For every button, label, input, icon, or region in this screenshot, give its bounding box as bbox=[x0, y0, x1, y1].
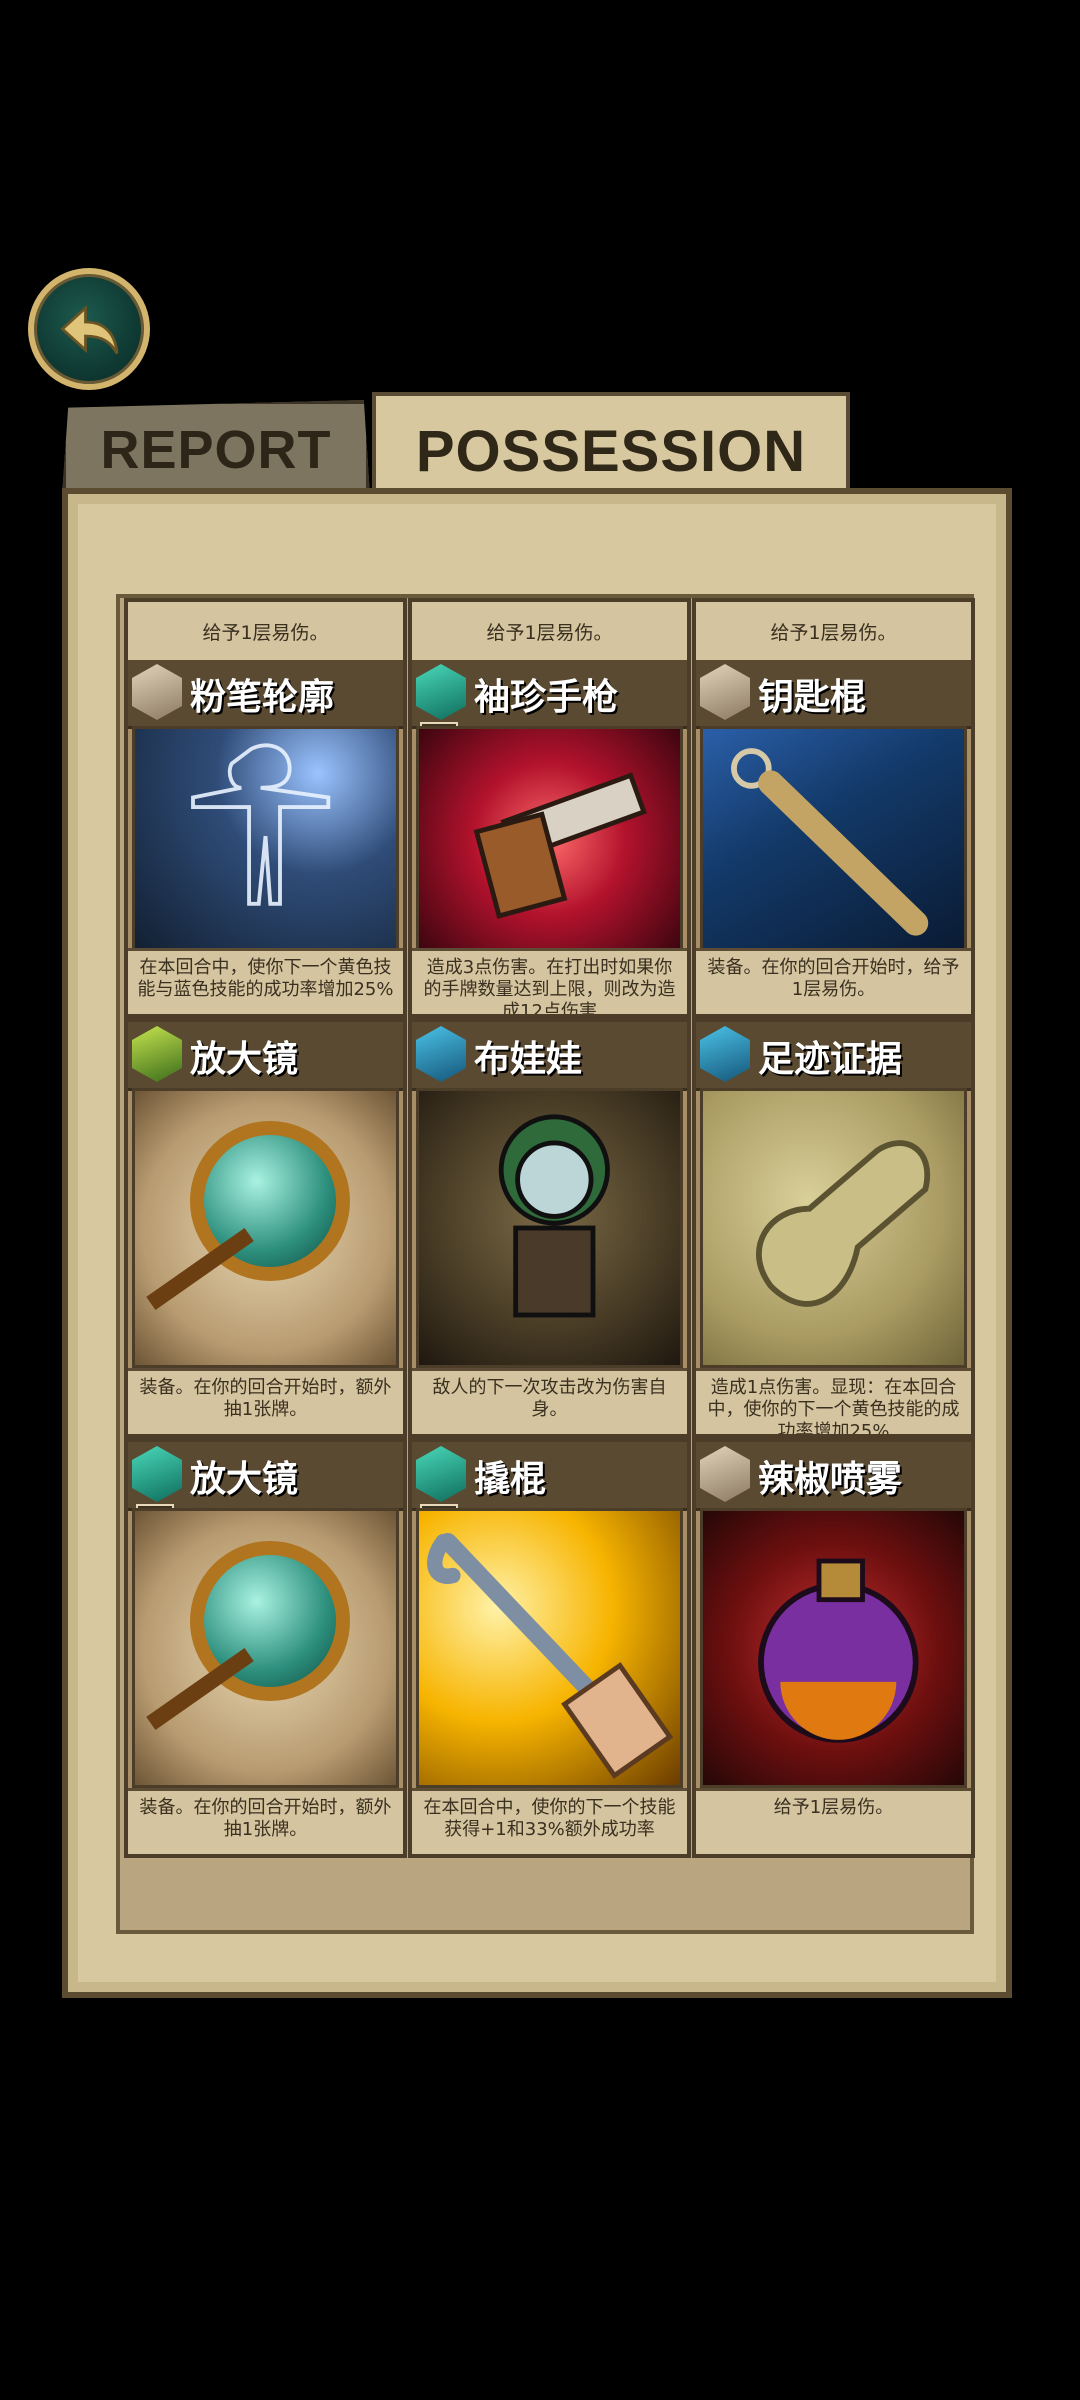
gem-icon bbox=[416, 664, 466, 720]
gem-icon bbox=[416, 1446, 466, 1502]
pocket-pistol-art bbox=[416, 726, 683, 952]
card-chalk-outline[interactable]: 给予1层易伤。 粉笔轮廓 在本回合中，使你下一个黄色技能与蓝色技能的成功率增加2… bbox=[124, 598, 407, 1018]
back-button[interactable] bbox=[28, 268, 150, 390]
magnifying-glass-art bbox=[132, 1508, 399, 1788]
card-name-bar: 放大镜 bbox=[128, 1022, 403, 1091]
card-name: 放大镜 bbox=[190, 1039, 299, 1080]
card-grid: 给予1层易伤。 粉笔轮廓 在本回合中，使你下一个黄色技能与蓝色技能的成功率增加2… bbox=[116, 594, 975, 1934]
gem-icon bbox=[700, 664, 750, 720]
card-pocket-pistol[interactable]: 给予1层易伤。 袖珍手枪 2 造成3点伤害。在打出时如果你的手牌数量达到上限，则… bbox=[408, 598, 691, 1018]
key-baton-art bbox=[700, 726, 967, 952]
card-name-bar: 放大镜 2 bbox=[128, 1442, 403, 1546]
card-bottom-description: 在本回合中，使你下一个黄色技能与蓝色技能的成功率增加25% bbox=[128, 948, 403, 1014]
card-pepper-spray[interactable]: 辣椒喷雾 给予1层易伤。 bbox=[692, 1438, 975, 1858]
card-top-description: 给予1层易伤。 bbox=[128, 602, 403, 663]
gem-icon bbox=[700, 1026, 750, 1082]
magnifying-glass-art bbox=[132, 1088, 399, 1368]
card-bottom-description: 敌人的下一次攻击改为伤害自身。 bbox=[412, 1368, 687, 1434]
card-top-description: 给予1层易伤。 bbox=[412, 602, 687, 663]
card-name: 袖珍手枪 bbox=[474, 677, 619, 718]
card-name: 撬棍 bbox=[474, 1459, 547, 1500]
possession-panel: 给予1层易伤。 粉笔轮廓 在本回合中，使你下一个黄色技能与蓝色技能的成功率增加2… bbox=[62, 488, 1012, 1998]
card-name: 辣椒喷雾 bbox=[758, 1459, 903, 1500]
card-key-baton[interactable]: 给予1层易伤。 钥匙棍 装备。在你的回合开始时，给予1层易伤。 bbox=[692, 598, 975, 1018]
card-name-bar: 辣椒喷雾 bbox=[696, 1442, 971, 1511]
gem-icon bbox=[132, 664, 182, 720]
card-bottom-description: 装备。在你的回合开始时，额外抽1张牌。 bbox=[128, 1788, 403, 1854]
card-top-description: 给予1层易伤。 bbox=[696, 602, 971, 663]
card-ragdoll[interactable]: 布娃娃 敌人的下一次攻击改为伤害自身。 bbox=[408, 1018, 691, 1438]
card-bottom-description: 装备。在你的回合开始时，给予1层易伤。 bbox=[696, 948, 971, 1014]
card-name: 粉笔轮廓 bbox=[190, 677, 335, 718]
gem-icon bbox=[416, 1026, 466, 1082]
card-bottom-description: 在本回合中，使你的下一个技能获得+1和33%额外成功率 bbox=[412, 1788, 687, 1854]
card-name-bar: 袖珍手枪 2 bbox=[412, 660, 687, 764]
card-name-bar: 布娃娃 bbox=[412, 1022, 687, 1091]
card-name: 放大镜 bbox=[190, 1459, 299, 1500]
card-magnifying-glass-2[interactable]: 放大镜 2 装备。在你的回合开始时，额外抽1张牌。 bbox=[124, 1438, 407, 1858]
card-footprint-evidence[interactable]: 足迹证据 造成1点伤害。显现：在本回合中，使你的下一个黄色技能的成功率增加25% bbox=[692, 1018, 975, 1438]
card-name-bar: 钥匙棍 bbox=[696, 660, 971, 729]
crowbar-art bbox=[416, 1508, 683, 1788]
chalk-outline-art bbox=[132, 726, 399, 952]
card-crowbar[interactable]: 撬棍 2 在本回合中，使你的下一个技能获得+1和33%额外成功率 bbox=[408, 1438, 691, 1858]
card-bottom-description: 给予1层易伤。 bbox=[696, 1788, 971, 1854]
card-bottom-description: 装备。在你的回合开始时，额外抽1张牌。 bbox=[128, 1368, 403, 1434]
card-name: 布娃娃 bbox=[474, 1039, 583, 1080]
footprint-art bbox=[700, 1088, 967, 1368]
card-bottom-description: 造成1点伤害。显现：在本回合中，使你的下一个黄色技能的成功率增加25% bbox=[696, 1368, 971, 1434]
card-name: 钥匙棍 bbox=[758, 677, 867, 718]
back-arrow-icon bbox=[60, 304, 119, 355]
gem-icon bbox=[132, 1026, 182, 1082]
ragdoll-art bbox=[416, 1088, 683, 1368]
gem-icon bbox=[700, 1446, 750, 1502]
card-name-bar: 撬棍 2 bbox=[412, 1442, 687, 1546]
card-bottom-description: 造成3点伤害。在打出时如果你的手牌数量达到上限，则改为造成12点伤害 bbox=[412, 948, 687, 1014]
card-magnifying-glass[interactable]: 放大镜 装备。在你的回合开始时，额外抽1张牌。 bbox=[124, 1018, 407, 1438]
card-name-bar: 粉笔轮廓 bbox=[128, 660, 403, 729]
card-name: 足迹证据 bbox=[758, 1039, 903, 1080]
card-name-bar: 足迹证据 bbox=[696, 1022, 971, 1091]
gem-icon bbox=[132, 1446, 182, 1502]
pepper-spray-art bbox=[700, 1508, 967, 1788]
tab-report[interactable]: REPORT bbox=[62, 400, 370, 496]
